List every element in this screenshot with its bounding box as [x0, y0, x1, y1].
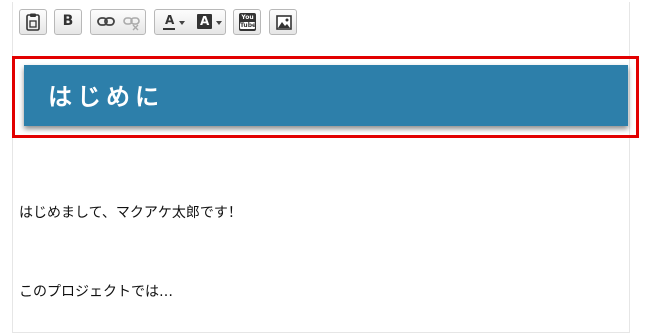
- image-icon: [276, 15, 292, 30]
- clipboard-icon: [26, 13, 40, 31]
- highlight-frame: [12, 56, 639, 138]
- unlink-icon[interactable]: [123, 15, 141, 31]
- youtube-label-top: You: [241, 14, 254, 21]
- paragraph-intro[interactable]: このプロジェクトでは…: [19, 281, 173, 301]
- link-icon[interactable]: [97, 16, 115, 28]
- youtube-label-bottom: Tube: [240, 22, 257, 29]
- bg-color-letter: A: [200, 14, 210, 28]
- chevron-down-icon: [216, 21, 222, 25]
- youtube-button[interactable]: You Tube: [233, 9, 261, 35]
- image-button[interactable]: [269, 9, 297, 35]
- link-group: [90, 9, 146, 35]
- text-color-button[interactable]: A: [157, 10, 189, 34]
- color-underline: [163, 28, 175, 30]
- youtube-icon: You Tube: [239, 13, 256, 31]
- bold-button[interactable]: B: [54, 9, 82, 35]
- paste-button[interactable]: [19, 9, 47, 35]
- chevron-down-icon: [179, 21, 185, 25]
- text-color-letter: A: [165, 13, 175, 27]
- color-group: A A: [154, 9, 226, 35]
- bg-color-button[interactable]: A: [193, 10, 225, 34]
- bold-label: B: [62, 13, 74, 29]
- paragraph-greeting[interactable]: はじめまして、マクアケ太郎です！: [19, 202, 242, 222]
